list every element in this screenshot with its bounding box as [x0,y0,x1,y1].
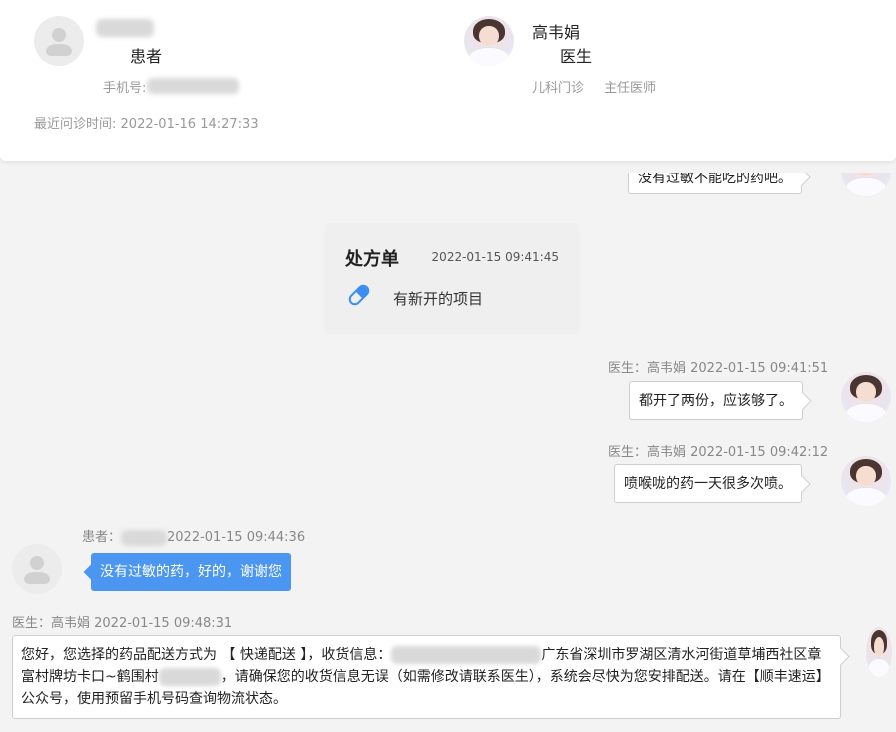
doctor-avatar-3 [866,627,892,677]
patient-avatar-1 [12,544,62,594]
message-text: 您好，您选择的药品配送方式为 【 快递配送 】，收货信息： 广东省深圳市罗湖区清水… [21,644,832,710]
message-bubble-doctor-1: 都开了两份，应该够了。 [629,381,803,420]
doctor-title: 主任医师 [604,81,657,96]
message-meta-patient-1: 患者： 2022-01-15 09:44:36 [82,526,305,546]
message-text: 没有过敏的药，好的，谢谢您 [100,564,282,580]
doctor-department: 儿科门诊 [532,81,585,96]
patient-name-redacted [96,19,154,37]
phone-number-redacted [147,78,239,94]
doctor-role-label: 医生 [560,47,593,66]
patient-name-redacted [121,529,168,546]
prescription-time: 2022-01-15 09:41:45 [431,250,559,264]
message-bubble-doctor-2: 喷喉咙的药一天很多次喷。 [614,464,802,503]
prescription-card[interactable]: 处方单 2022-01-15 09:41:45 有新开的项目 [325,223,579,334]
header-gap [0,161,896,173]
message-bubble-patient-1: 没有过敏的药，好的，谢谢您 [91,553,291,591]
phone-label: 手机号: [103,81,147,96]
patient-avatar [34,16,84,66]
address-recipient-redacted [391,646,542,664]
address-detail-redacted [158,668,221,686]
message-meta-doctor-2: 医生：高韦娟 2022-01-15 09:42:12 [608,445,829,460]
prescription-title: 处方单 [345,249,399,270]
message-meta-doctor-3: 医生：高韦娟 2022-01-15 09:48:31 [12,616,233,631]
message-text: 喷喉咙的药一天很多次喷。 [624,476,792,492]
message-text: 都开了两份，应该够了。 [639,393,793,409]
message-meta-doctor-1: 医生：高韦娟 2022-01-15 09:41:51 [608,361,829,376]
pill-icon [348,284,370,306]
meta-prefix: 患者： [82,530,122,545]
doctor-name: 高韦娟 [532,23,581,42]
meta-time: 2022-01-15 09:44:36 [167,530,306,545]
prescription-text: 有新开的项目 [393,290,484,308]
consultation-header: 患者 手机号: 最近问诊时间: 2022-01-16 14:27:33 高韦娟 … [0,0,896,161]
doctor-avatar-2 [841,456,891,506]
message-bubble-doctor-3: 您好，您选择的药品配送方式为 【 快递配送 】，收货信息： 广东省深圳市罗湖区清水… [12,635,841,719]
message-text-part1: 您好，您选择的药品配送方式为 【 快递配送 】，收货信息： [21,647,392,663]
last-visit-label: 最近问诊时间: 2022-01-16 14:27:33 [34,113,259,132]
patient-role-label: 患者 [130,47,163,66]
last-visit-label-text: 最近问诊时间: [34,117,117,132]
last-visit-time: 2022-01-16 14:27:33 [120,117,259,132]
doctor-avatar-1 [841,372,891,422]
doctor-avatar [464,16,514,66]
